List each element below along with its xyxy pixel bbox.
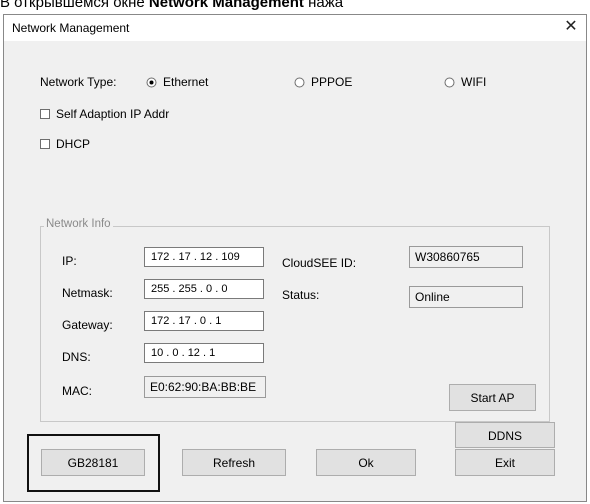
checkbox-box xyxy=(40,109,50,119)
radio-pppoe-label: PPPOE xyxy=(311,75,353,89)
mac-label: MAC: xyxy=(62,384,92,398)
radio-ethernet-label: Ethernet xyxy=(163,75,209,89)
radio-wifi-label: WIFI xyxy=(461,75,487,89)
radio-unselected-icon xyxy=(294,77,305,88)
network-type-label: Network Type: xyxy=(40,75,117,89)
window-title: Network Management xyxy=(12,21,130,35)
dns-label: DNS: xyxy=(62,350,91,364)
start-ap-button[interactable]: Start AP xyxy=(449,384,536,411)
cloudsee-id-label: CloudSEE ID: xyxy=(282,256,357,270)
exit-button[interactable]: Exit xyxy=(455,449,555,476)
self-adaption-label: Self Adaption IP Addr xyxy=(56,107,170,121)
gb28181-button[interactable]: GB28181 xyxy=(41,449,145,476)
netmask-label: Netmask: xyxy=(62,286,113,300)
close-icon[interactable]: ✕ xyxy=(560,17,582,37)
caption-bold: Network Management xyxy=(148,0,304,11)
caption-strip: В открывшемся окне Network Management на… xyxy=(0,0,590,14)
status-field: Online xyxy=(409,286,523,308)
gateway-input[interactable]: 172 . 17 . 0 . 1 xyxy=(144,311,264,331)
network-info-legend: Network Info xyxy=(44,218,113,230)
netmask-input[interactable]: 255 . 255 . 0 . 0 xyxy=(144,279,264,299)
ip-input[interactable]: 172 . 17 . 12 . 109 xyxy=(144,247,264,267)
refresh-button[interactable]: Refresh xyxy=(182,449,286,476)
checkbox-box xyxy=(40,139,50,149)
caption-suffix: нажа xyxy=(303,0,344,11)
ddns-button[interactable]: DDNS xyxy=(455,422,555,448)
title-bar: Network Management ✕ xyxy=(4,15,586,41)
network-management-dialog: Network Management ✕ Network Type: Ether… xyxy=(3,14,587,502)
dns-input[interactable]: 10 . 0 . 12 . 1 xyxy=(144,343,264,363)
radio-selected-icon xyxy=(146,77,157,88)
status-label: Status: xyxy=(282,288,320,302)
gateway-label: Gateway: xyxy=(62,318,113,332)
caption-text: В открывшемся окне Network Management на… xyxy=(0,0,343,12)
mac-field: E0:62:90:BA:BB:BE xyxy=(144,376,266,398)
dhcp-label: DHCP xyxy=(56,137,91,151)
ip-label: IP: xyxy=(62,254,77,268)
radio-unselected-icon xyxy=(444,77,455,88)
ok-button[interactable]: Ok xyxy=(316,449,416,476)
caption-prefix: В открывшемся окне xyxy=(0,0,149,11)
cloudsee-id-field: W30860765 xyxy=(409,246,523,268)
